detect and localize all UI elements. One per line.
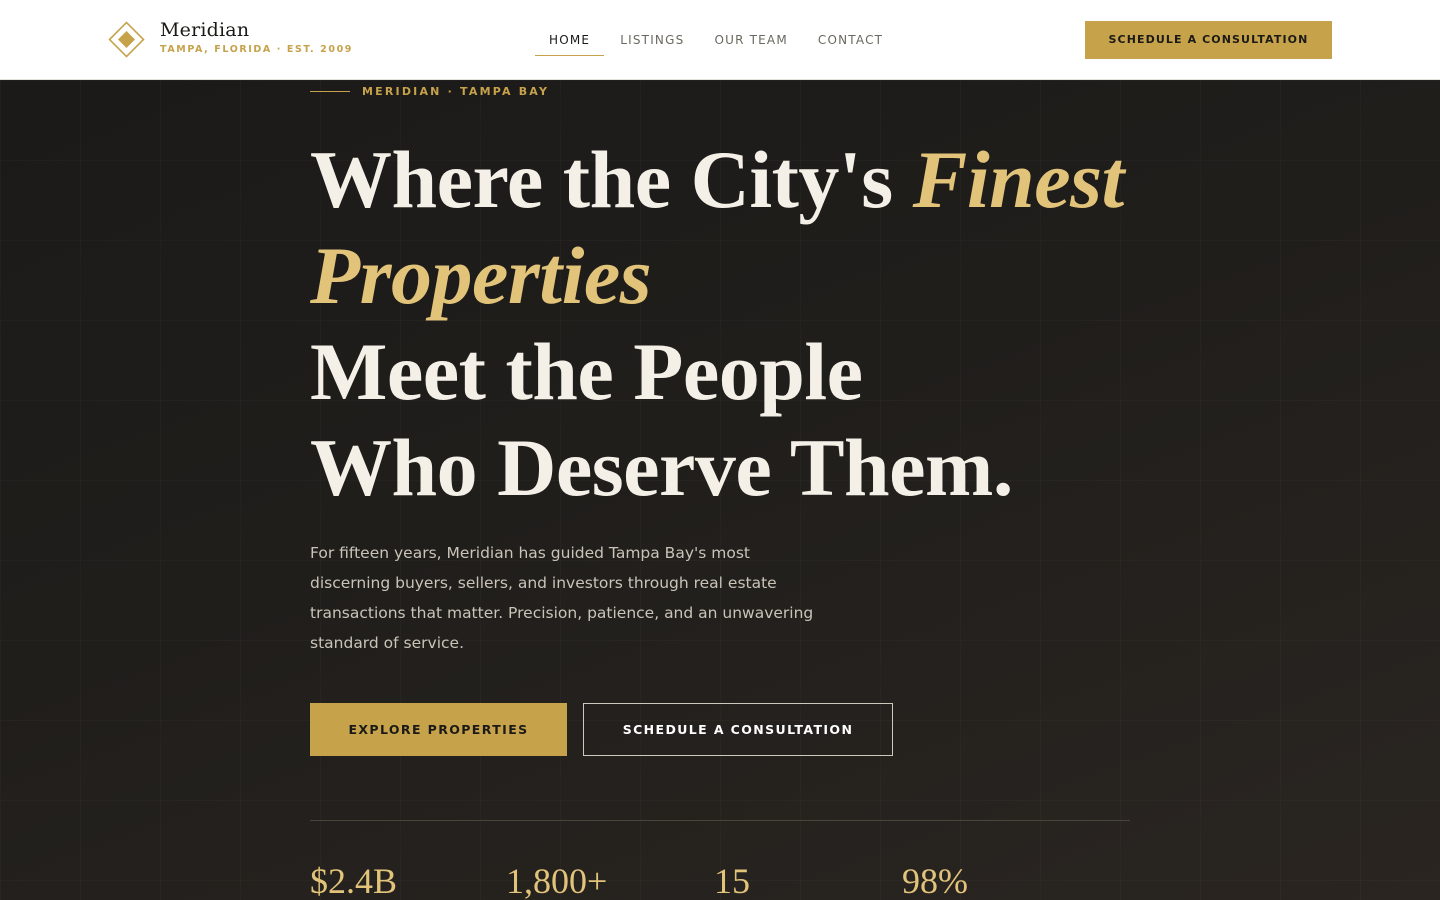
explore-properties-button[interactable]: EXPLORE PROPERTIES xyxy=(310,703,567,756)
hero-eyebrow: MERIDIAN · TAMPA BAY xyxy=(310,83,549,99)
schedule-consultation-button[interactable]: SCHEDULE A CONSULTATION xyxy=(1085,21,1332,59)
headline-line-3: Meet the People xyxy=(310,326,863,417)
hero-section: MERIDIAN · TAMPA BAY Where the City's Fi… xyxy=(0,80,1440,900)
eyebrow-text: MERIDIAN · TAMPA BAY xyxy=(362,84,550,98)
headline-gold-text: Finest xyxy=(912,134,1125,225)
stat-value-sales-volume: $2.4B xyxy=(310,861,398,900)
stat-value-years: 15 xyxy=(714,861,750,900)
main-nav: HOME LISTINGS OUR TEAM CONTACT xyxy=(535,25,899,57)
brand-tagline: TAMPA, FLORIDA · EST. 2009 xyxy=(160,44,354,55)
headline-line-1: Where the City's Finest xyxy=(310,132,1170,228)
headline-plain-text: Where the City's xyxy=(310,134,913,225)
eyebrow-divider xyxy=(310,90,350,92)
headline-line-4: Who Deserve Them. xyxy=(310,422,1013,513)
nav-item-contact[interactable]: CONTACT xyxy=(804,25,897,56)
hero-headline: Where the City's Finest Properties Meet … xyxy=(310,132,1170,516)
stat-value-satisfaction: 98% xyxy=(902,861,968,900)
diamond-logo-icon[interactable] xyxy=(108,21,145,58)
stat-value-transactions: 1,800+ xyxy=(506,861,608,900)
nav-item-home[interactable]: HOME xyxy=(535,25,605,56)
nav-item-our-team[interactable]: OUR TEAM xyxy=(700,25,801,56)
headline-line-2: Properties xyxy=(310,230,652,321)
stats-divider xyxy=(310,820,1130,821)
hero-description: For fifteen years, Meridian has guided T… xyxy=(310,544,814,652)
brand-name[interactable]: Meridian xyxy=(160,19,249,41)
nav-item-listings[interactable]: LISTINGS xyxy=(606,25,698,56)
site-header: Meridian TAMPA, FLORIDA · EST. 2009 HOME… xyxy=(0,0,1440,80)
hero-schedule-consultation-button[interactable]: SCHEDULE A CONSULTATION xyxy=(583,703,893,756)
